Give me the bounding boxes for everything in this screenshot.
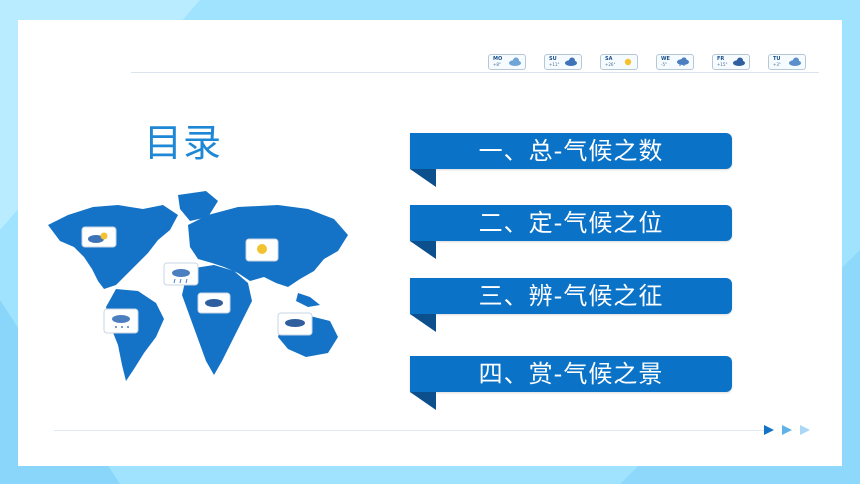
chip-temp: +3°	[773, 62, 781, 67]
map-marker-rain	[163, 262, 199, 286]
chip-temp: +15°	[717, 62, 728, 67]
toc-item-2[interactable]: 二、定-气候之位	[410, 205, 732, 259]
map-marker-cloud	[81, 226, 117, 248]
south-america	[106, 289, 164, 381]
toc-label: 三、辨-气候之征	[478, 282, 664, 310]
weather-strip: MO +8° SU +11° SA +26° WE -5° FR +15° TU…	[488, 54, 812, 70]
toc-fold	[410, 392, 436, 410]
page-title: 目录	[144, 121, 223, 165]
world-map	[48, 191, 348, 381]
map-marker-cloud-africa	[197, 292, 231, 314]
toc-label: 四、赏-气候之景	[478, 360, 664, 388]
toc-fold	[410, 241, 436, 259]
weather-chip: FR +15°	[712, 54, 750, 70]
cloud-icon	[789, 57, 801, 66]
chip-temp: +11°	[549, 62, 560, 67]
islands	[296, 293, 320, 307]
map-marker-sun	[245, 238, 279, 262]
cloud-icon	[565, 57, 577, 66]
toc-item-1[interactable]: 一、总-气候之数	[410, 133, 732, 187]
chip-temp: +26°	[605, 62, 616, 67]
weather-chip: SA +26°	[600, 54, 638, 70]
snow-cloud-icon	[677, 57, 689, 66]
toc-item-3[interactable]: 三、辨-气候之征	[410, 278, 732, 332]
map-marker-rain-south-america	[103, 308, 139, 334]
footer-divider	[54, 430, 764, 431]
next-arrows-icon[interactable]	[762, 422, 822, 438]
toc-fold	[410, 314, 436, 332]
weather-chip: WE -5°	[656, 54, 694, 70]
slide-card: MO +8° SU +11° SA +26° WE -5° FR +15° TU…	[18, 20, 842, 466]
toc-label: 二、定-气候之位	[478, 209, 664, 237]
cloud-icon	[733, 57, 745, 66]
toc-label: 一、总-气候之数	[478, 137, 664, 165]
weather-chip: MO +8°	[488, 54, 526, 70]
cloud-icon	[509, 57, 521, 66]
toc-item-4[interactable]: 四、赏-气候之景	[410, 356, 732, 410]
weather-chip: SU +11°	[544, 54, 582, 70]
header-divider	[131, 72, 819, 73]
weather-chip: TU +3°	[768, 54, 806, 70]
map-marker-cloud-asia	[277, 312, 313, 336]
chip-temp: -5°	[661, 62, 667, 67]
toc-fold	[410, 169, 436, 187]
chip-temp: +8°	[493, 62, 501, 67]
sun-icon	[624, 58, 632, 66]
